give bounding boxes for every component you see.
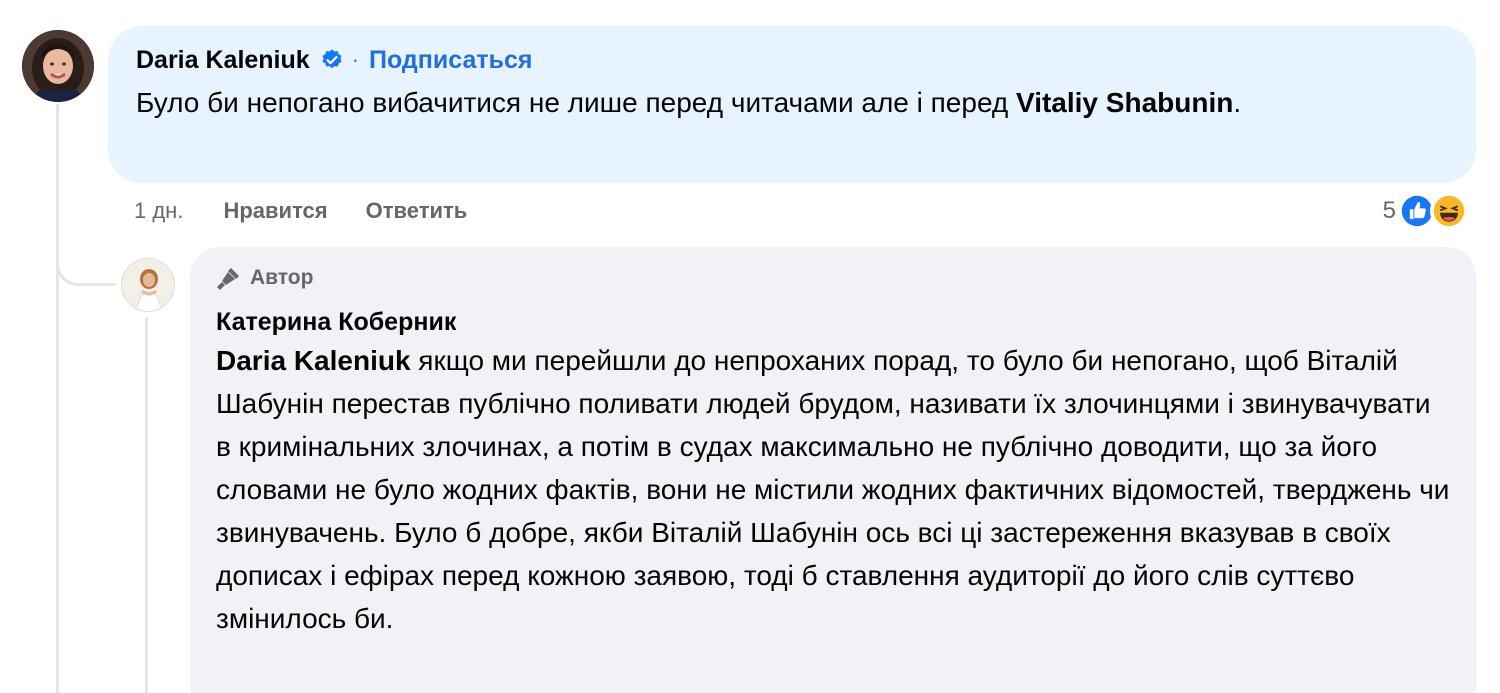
reactions-summary[interactable]: 5 (1383, 189, 1468, 233)
comment-author-name[interactable]: Daria Kaleniuk (136, 46, 310, 75)
reply-thread-line (145, 318, 148, 693)
reply-avatar[interactable] (121, 258, 175, 312)
reply-text-body: якщо ми перейшли до непроханих порад, то… (216, 345, 1450, 634)
thread-branch-line (56, 240, 116, 286)
reply-bubble: Автор Катерина Коберник Daria Kaleniuk я… (190, 247, 1476, 693)
author-badge-label: Автор (250, 266, 314, 289)
thread-line (56, 104, 59, 693)
timestamp[interactable]: 1 дн. (134, 198, 183, 224)
comment-bubble: Daria Kaleniuk · Подписаться Було би неп… (108, 26, 1476, 183)
microphone-icon (217, 268, 239, 290)
follow-button[interactable]: Подписаться (369, 46, 532, 75)
author-badge: Автор (216, 261, 1450, 295)
reply-author-name[interactable]: Катерина Коберник (216, 305, 1450, 339)
verified-badge-icon (320, 48, 344, 72)
reply-text: Daria Kaleniuk якщо ми перейшли до непро… (216, 339, 1450, 640)
separator-dot: · (351, 47, 360, 72)
haha-icon (1430, 192, 1468, 230)
like-button[interactable]: Нравится (223, 198, 327, 224)
reply-mention-link[interactable]: Daria Kaleniuk (216, 345, 411, 376)
comment-text-part: Було би непогано вибачитися не лише пере… (136, 87, 1017, 118)
avatar[interactable] (22, 30, 94, 102)
comment-thread: Daria Kaleniuk · Подписаться Було би неп… (0, 0, 1500, 693)
reply-button[interactable]: Ответить (366, 198, 468, 224)
reaction-count: 5 (1382, 197, 1396, 224)
comment-text: Було би непогано вибачитися не лише пере… (136, 81, 1448, 124)
mention-link[interactable]: Vitaliy Shabunin (1016, 87, 1233, 118)
comment-text-end: . (1233, 87, 1242, 118)
comment-actions: 1 дн. Нравится Ответить (134, 196, 505, 226)
